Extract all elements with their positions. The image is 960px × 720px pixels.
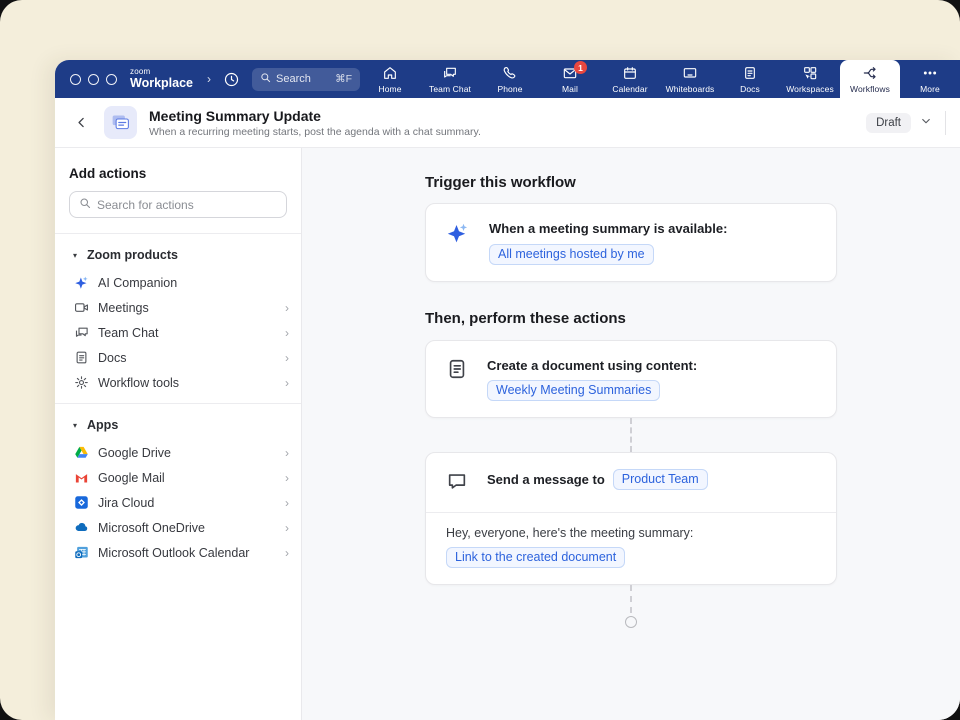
global-search-input[interactable]: Search ⌘F (252, 68, 360, 91)
logo-zoom-text: zoom (130, 68, 193, 76)
send-message-text: Send a message to (487, 471, 605, 489)
recipient-chip[interactable]: Product Team (613, 469, 708, 490)
history-icon[interactable] (223, 71, 240, 88)
top-navbar: zoom Workplace › Search ⌘F (55, 60, 960, 98)
doc-icon (73, 350, 89, 366)
actions-heading: Then, perform these actions (425, 310, 626, 327)
row-chevron-icon: › (285, 521, 289, 535)
back-button[interactable] (71, 112, 92, 133)
section-zoom-products[interactable]: ▾ Zoom products (55, 234, 301, 270)
video-icon (73, 300, 89, 316)
mail-unread-badge: 1 (574, 61, 587, 74)
trigger-text: When a meeting summary is available: (489, 220, 727, 238)
document-icon (446, 358, 468, 385)
window-control-zoom[interactable] (106, 74, 117, 85)
search-shortcut: ⌘F (335, 73, 352, 85)
actions-search-input[interactable]: Search for actions (69, 191, 287, 218)
row-chevron-icon: › (285, 301, 289, 315)
row-chevron-icon: › (285, 546, 289, 560)
nav-tab-team-chat[interactable]: Team Chat (420, 60, 480, 98)
sidebar-item-workflow-tools[interactable]: Workflow tools › (55, 370, 301, 395)
screenshot-page: zoom Workplace › Search ⌘F (0, 0, 960, 720)
nav-tab-mail[interactable]: 1 Mail (540, 60, 600, 98)
nav-tab-phone[interactable]: Phone (480, 60, 540, 98)
sidebar-item-google-mail[interactable]: Google Mail › (55, 465, 301, 490)
header-divider (945, 111, 946, 135)
chat-icon (73, 325, 89, 341)
nav-tab-calendar[interactable]: Calendar (600, 60, 660, 98)
row-chevron-icon: › (285, 376, 289, 390)
google-drive-icon (73, 445, 89, 461)
status-badge[interactable]: Draft (866, 113, 911, 133)
trigger-heading: Trigger this workflow (425, 174, 576, 191)
workflow-subtitle: When a recurring meeting starts, post th… (149, 126, 481, 138)
meeting-summary-icon (104, 106, 137, 139)
create-document-card[interactable]: Create a document using content: Weekly … (425, 340, 837, 419)
sidebar-item-ai-companion[interactable]: AI Companion (55, 270, 301, 295)
chat-bubble-icon (446, 470, 468, 497)
window-controls (70, 74, 117, 85)
outlook-calendar-icon (73, 545, 89, 561)
caret-down-icon: ▾ (73, 421, 77, 430)
nav-tab-workspaces[interactable]: Workspaces (780, 60, 840, 98)
sidebar-item-docs[interactable]: Docs › (55, 345, 301, 370)
caret-down-icon: ▾ (73, 251, 77, 260)
row-chevron-icon: › (285, 471, 289, 485)
flow-end-node (625, 616, 637, 628)
ai-sparkle-icon (446, 221, 470, 250)
sidebar-item-team-chat[interactable]: Team Chat › (55, 320, 301, 345)
connector-dash (630, 585, 632, 613)
gmail-icon (73, 470, 89, 486)
nav-tab-workflows[interactable]: Workflows (840, 60, 900, 98)
gear-icon (73, 375, 89, 391)
sidebar-item-meetings[interactable]: Meetings › (55, 295, 301, 320)
workflow-header: Meeting Summary Update When a recurring … (55, 98, 960, 148)
document-content-chip[interactable]: Weekly Meeting Summaries (487, 380, 660, 401)
nav-tab-home[interactable]: Home (360, 60, 420, 98)
header-right: Draft (866, 111, 946, 135)
logo-workplace-text: Workplace (130, 77, 193, 90)
workflow-title: Meeting Summary Update (149, 108, 481, 124)
trigger-card[interactable]: When a meeting summary is available: All… (425, 203, 837, 282)
sidebar-item-microsoft-onedrive[interactable]: Microsoft OneDrive › (55, 515, 301, 540)
search-icon (260, 72, 271, 86)
row-chevron-icon: › (285, 326, 289, 340)
nav-tab-whiteboards[interactable]: Whiteboards (660, 60, 720, 98)
actions-sidebar: Add actions Search for actions ▾ Zoom pr… (55, 148, 302, 720)
search-placeholder: Search (276, 73, 311, 85)
zoom-workplace-window: zoom Workplace › Search ⌘F (55, 60, 960, 720)
section-apps[interactable]: ▾ Apps (55, 404, 301, 440)
zoom-workplace-logo: zoom Workplace (130, 68, 193, 90)
row-chevron-icon: › (285, 496, 289, 510)
row-chevron-icon: › (285, 351, 289, 365)
nav-tab-more[interactable]: More (900, 60, 960, 98)
window-control-minimize[interactable] (88, 74, 99, 85)
workflow-canvas: Trigger this workflow When a meeting sum… (302, 148, 960, 720)
sidebar-item-microsoft-outlook-calendar[interactable]: Microsoft Outlook Calendar › (55, 540, 301, 565)
connector-dash (630, 418, 632, 452)
ai-sparkle-icon (73, 275, 89, 291)
forward-chevron-icon[interactable]: › (207, 72, 211, 86)
actions-search-placeholder: Search for actions (97, 198, 194, 212)
sidebar-heading: Add actions (69, 166, 287, 181)
nav-tab-docs[interactable]: Docs (720, 60, 780, 98)
sidebar-item-google-drive[interactable]: Google Drive › (55, 440, 301, 465)
row-chevron-icon: › (285, 446, 289, 460)
send-message-card[interactable]: Send a message to Product Team Hey, ever… (425, 452, 837, 585)
search-icon (79, 197, 91, 212)
chevron-down-icon[interactable] (920, 114, 932, 132)
jira-icon (73, 495, 89, 511)
create-document-text: Create a document using content: (487, 357, 697, 375)
window-control-close[interactable] (70, 74, 81, 85)
sidebar-item-jira-cloud[interactable]: Jira Cloud › (55, 490, 301, 515)
document-link-chip[interactable]: Link to the created document (446, 547, 625, 568)
onedrive-icon (73, 520, 89, 536)
nav-tabs: Home Team Chat Phone 1 (360, 60, 960, 98)
workflow-title-block: Meeting Summary Update When a recurring … (149, 108, 481, 138)
message-body-text: Hey, everyone, here's the meeting summar… (446, 526, 816, 540)
trigger-scope-chip[interactable]: All meetings hosted by me (489, 244, 654, 265)
